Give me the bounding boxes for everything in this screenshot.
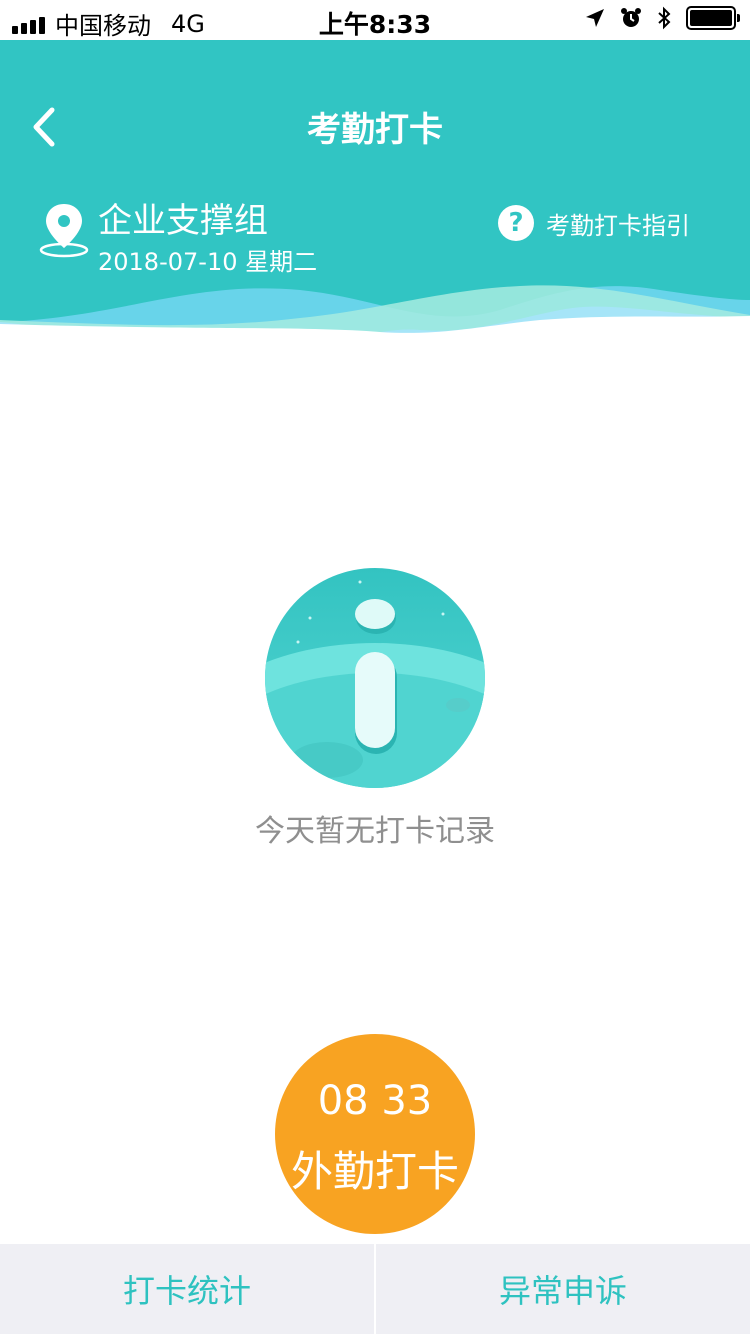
battery-icon xyxy=(686,6,740,30)
punch-label: 外勤打卡 xyxy=(290,1147,459,1196)
alarm-icon xyxy=(621,8,641,27)
page-title: 考勤打卡 xyxy=(307,110,443,150)
field-punch-button[interactable]: 08 33 外勤打卡 xyxy=(275,1034,475,1234)
header: 中国移动 4G 上午8:33 考勤打卡 企业支撑组 2018-07-10 星期二… xyxy=(0,0,750,360)
punch-stats-label: 打卡统计 xyxy=(122,1272,251,1310)
exception-appeal-label: 异常申诉 xyxy=(498,1272,627,1310)
punch-time: 08 33 xyxy=(317,1078,433,1124)
exception-appeal-tab[interactable]: 异常申诉 xyxy=(376,1244,750,1334)
status-right xyxy=(584,6,740,30)
status-bar: 中国移动 4G 上午8:33 xyxy=(0,0,750,40)
question-icon: ? xyxy=(498,205,534,241)
location-arrow-icon xyxy=(586,9,604,27)
empty-record-text: 今天暂无打卡记录 xyxy=(255,814,495,849)
guide-link[interactable]: ? 考勤打卡指引 xyxy=(498,205,690,241)
location-pin-icon xyxy=(39,204,89,258)
org-name: 企业支撑组 xyxy=(98,201,268,241)
bluetooth-icon xyxy=(658,6,671,30)
header-waves xyxy=(0,285,750,360)
guide-label: 考勤打卡指引 xyxy=(546,211,690,240)
punch-stats-tab[interactable]: 打卡统计 xyxy=(0,1244,374,1334)
empty-record-illustration xyxy=(265,568,485,788)
bottom-nav: 打卡统计 异常申诉 xyxy=(0,1244,750,1334)
